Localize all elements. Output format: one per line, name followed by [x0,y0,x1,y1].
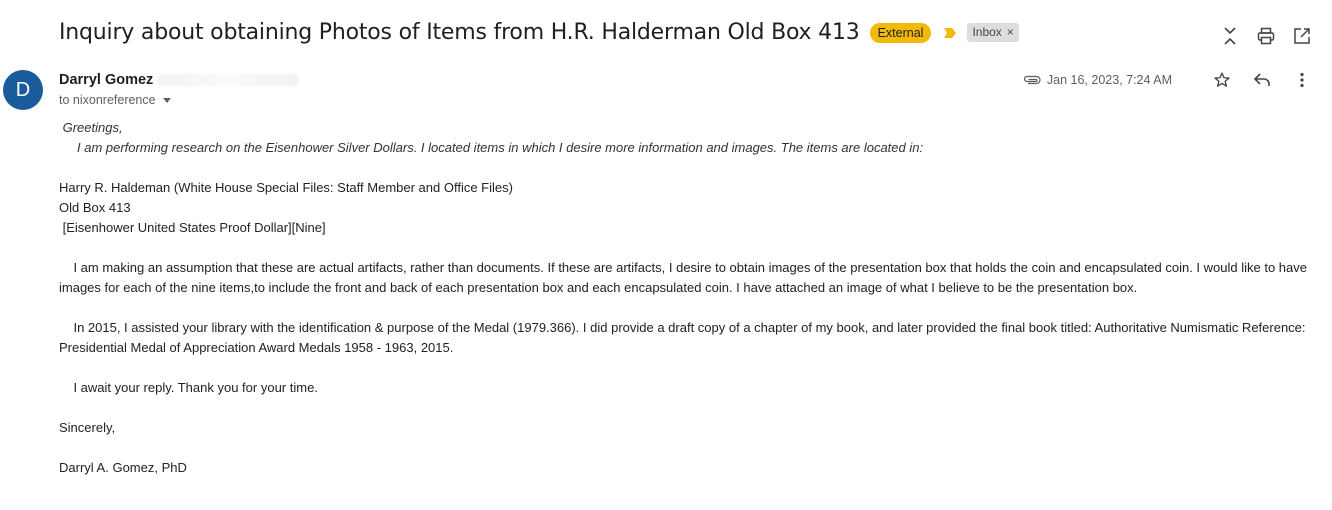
subject-row: Inquiry about obtaining Photos of Items … [59,20,1019,45]
print-button[interactable] [1256,26,1276,46]
sender-name[interactable]: Darryl Gomez [59,72,153,88]
body-location-line-1: Harry R. Haldeman (White House Special F… [59,180,513,195]
inbox-label-text: Inbox [972,25,1002,39]
body-intro: I am performing research on the Eisenhow… [77,140,924,155]
body-paragraph-2: In 2015, I assisted your library with th… [59,320,1310,355]
sender-email-redacted [158,74,298,86]
print-icon [1257,27,1275,45]
show-details-icon[interactable] [162,97,171,103]
more-options-button[interactable] [1292,70,1312,90]
attachment-icon [1023,75,1041,85]
body-location-line-3: [Eisenhower United States Proof Dollar][… [59,220,326,235]
body-location-line-2: Old Box 413 [59,200,131,215]
body-signature: Darryl A. Gomez, PhD [59,460,187,475]
body-paragraph-1: I am making an assumption that these are… [59,260,1311,295]
recipient-text: to nixonreference [59,93,156,107]
star-icon [1214,72,1230,87]
more-vert-icon [1300,72,1304,88]
email-subject: Inquiry about obtaining Photos of Items … [59,20,860,45]
open-in-new-window-icon [1294,28,1310,44]
body-paragraph-3: I await your reply. Thank you for your t… [59,380,318,395]
importance-marker-icon[interactable] [943,27,957,39]
collapse-all-icon [1224,27,1236,45]
body-greeting: Greetings, [59,120,123,135]
message-meta: Jan 16, 2023, 7:24 AM [1023,70,1312,90]
recipient-line: to nixonreference [59,93,171,107]
message-body: Greetings, I am performing research on t… [59,118,1319,478]
inbox-label[interactable]: Inbox × [967,23,1019,42]
thread-actions [1220,26,1312,46]
reply-icon [1253,73,1270,86]
reply-button[interactable] [1252,70,1272,90]
open-in-new-window-button[interactable] [1292,26,1312,46]
external-badge: External [869,22,932,43]
collapse-all-button[interactable] [1220,26,1240,46]
star-button[interactable] [1212,70,1232,90]
avatar[interactable]: D [3,70,43,110]
remove-label-icon[interactable]: × [1007,25,1014,40]
message-date: Jan 16, 2023, 7:24 AM [1046,73,1172,87]
body-closing: Sincerely, [59,420,116,435]
